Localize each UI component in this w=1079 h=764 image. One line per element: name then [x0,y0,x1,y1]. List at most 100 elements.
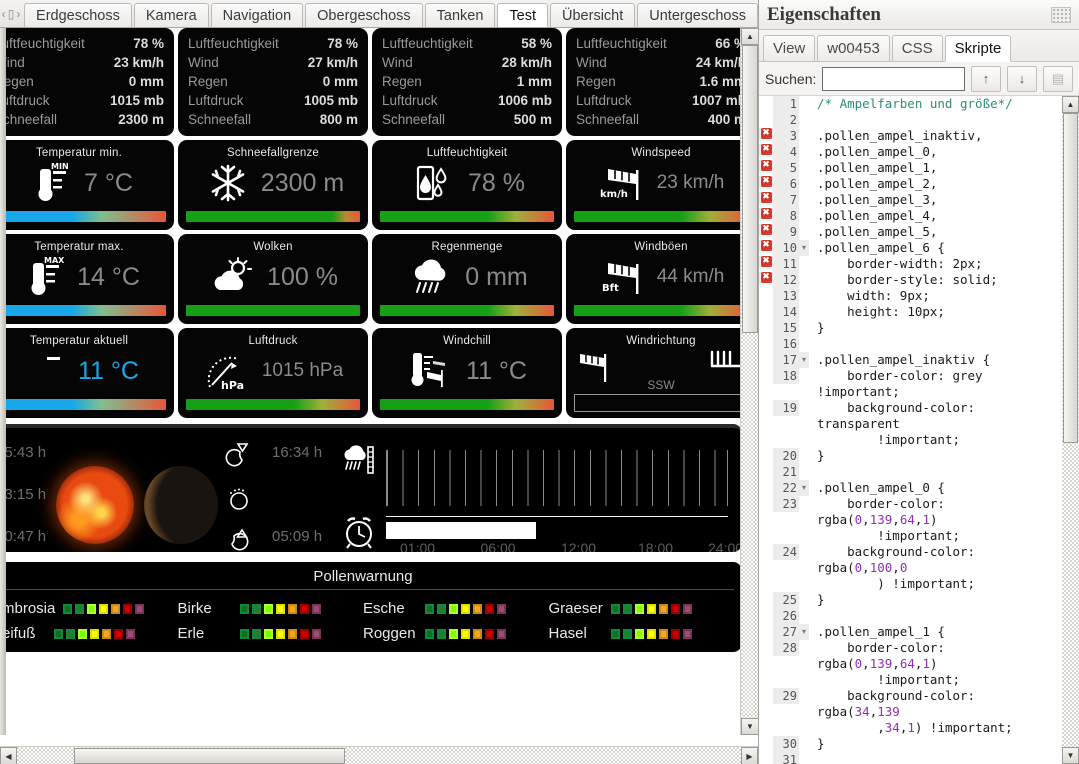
tab-erdgeschoss[interactable]: Erdgeschoss [24,3,132,27]
forward-button[interactable]: › [15,2,22,26]
code-text[interactable]: background-color: transparent !important… [809,400,1062,448]
error-marker-icon[interactable]: ✖ [759,240,773,251]
fold-toggle-icon[interactable]: ▾ [799,240,809,256]
scroll-right-arrow[interactable]: ▶ [741,747,758,764]
error-marker-icon[interactable]: ✖ [759,192,773,203]
code-text[interactable]: border-style: solid; [809,272,1062,288]
page-vertical-scrollbar[interactable]: ▲ ▼ [740,28,759,735]
tab-obergeschoss[interactable]: Obergeschoss [305,3,423,27]
tab-css[interactable]: CSS [891,35,943,62]
tab-view[interactable]: View [763,35,816,62]
hscrollbar-thumb[interactable] [74,748,345,764]
scroll-up-arrow[interactable]: ▲ [741,28,759,45]
tile-temperatur-max[interactable]: Temperatur max. MAX 14 °C [0,234,174,324]
code-text[interactable]: .pollen_ampel_3, [809,192,1062,208]
code-line[interactable]: 15} [759,320,1062,336]
code-text[interactable]: .pollen_ampel_1 { [809,624,1062,640]
code-line[interactable]: ✖ 7 .pollen_ampel_3, [759,192,1062,208]
code-text[interactable]: width: 9px; [809,288,1062,304]
code-line[interactable]: 13 width: 9px; [759,288,1062,304]
code-text[interactable]: .pollen_ampel_5, [809,224,1062,240]
code-line[interactable]: 27 ▾ .pollen_ampel_1 { [759,624,1062,640]
code-line[interactable]: 31 [759,752,1062,764]
code-line[interactable]: 30} [759,736,1062,752]
error-marker-icon[interactable]: ✖ [759,160,773,171]
editor-scroll-down-arrow[interactable]: ▼ [1062,747,1079,764]
code-line[interactable]: 14 height: 10px; [759,304,1062,320]
tab-navigation[interactable]: Navigation [210,3,304,27]
code-text[interactable]: border-color: grey !important; [809,368,1062,400]
fold-toggle-icon[interactable]: ▾ [799,480,809,496]
code-line[interactable]: 18 border-color: grey !important; [759,368,1062,400]
code-line[interactable]: 19 background-color: transparent !import… [759,400,1062,448]
code-line[interactable]: ✖ 12 border-style: solid; [759,272,1062,288]
code-area[interactable]: 1/* Ampelfarben und größe*/2 ✖ 3 .pollen_am… [759,96,1062,764]
code-text[interactable]: background-color: rgba(0,100,0 ) !import… [809,544,1062,592]
fold-toggle-icon[interactable]: ▾ [799,352,809,368]
code-text[interactable]: .pollen_ampel_1, [809,160,1062,176]
code-line[interactable]: ✖ 5 .pollen_ampel_1, [759,160,1062,176]
code-text[interactable]: /* Ampelfarben und größe*/ [809,96,1062,112]
code-line[interactable]: ✖ 6 .pollen_ampel_2, [759,176,1062,192]
tile-windspeed[interactable]: Windspeed km/h 23 km/h [566,140,740,230]
error-marker-icon[interactable]: ✖ [759,176,773,187]
code-text[interactable]: .pollen_ampel_0 { [809,480,1062,496]
code-line[interactable]: 16 [759,336,1062,352]
fold-toggle-icon[interactable]: ▾ [799,624,809,640]
code-text[interactable]: .pollen_ampel_6 { [809,240,1062,256]
error-marker-icon[interactable]: ✖ [759,208,773,219]
editor-scrollbar-thumb[interactable] [1063,113,1078,443]
code-line[interactable]: 21 [759,464,1062,480]
code-line[interactable]: ✖ 4 .pollen_ampel_0, [759,144,1062,160]
tab-untergeschoss[interactable]: Untergeschoss [637,3,758,27]
page-horizontal-scrollbar[interactable]: ◀ ▶ [0,746,758,764]
code-text[interactable]: .pollen_ampel_4, [809,208,1062,224]
stop-button[interactable]: ▯ [7,2,15,26]
scroll-left-arrow[interactable]: ◀ [0,747,17,764]
editor-vertical-scrollbar[interactable]: ▲ ▼ [1062,96,1079,764]
script-editor[interactable]: 1/* Ampelfarben und größe*/2 ✖ 3 .pollen_am… [759,96,1079,764]
code-line[interactable]: ✖ 3 .pollen_ampel_inaktiv, [759,128,1062,144]
code-line[interactable]: ✖ 8 .pollen_ampel_4, [759,208,1062,224]
code-text[interactable]: .pollen_ampel_0, [809,144,1062,160]
search-next-button[interactable]: ↓ [1007,65,1037,92]
code-line[interactable]: 25} [759,592,1062,608]
tile-wolken[interactable]: Wolken 100 % [178,234,368,324]
scroll-down-arrow[interactable]: ▼ [741,718,759,735]
code-line[interactable]: ✖ 9 .pollen_ampel_5, [759,224,1062,240]
tab-tanken[interactable]: Tanken [424,3,496,27]
tab-uebersicht[interactable]: Übersicht [550,3,636,27]
code-text[interactable]: } [809,320,1062,336]
tile-windchill[interactable]: Windchill 11 °C [372,328,562,418]
code-text[interactable]: height: 10px; [809,304,1062,320]
tile-luftfeuchtigkeit[interactable]: Luftfeuchtigkeit 78 % [372,140,562,230]
code-text[interactable]: .pollen_ampel_2, [809,176,1062,192]
error-marker-icon[interactable]: ✖ [759,128,773,139]
code-line[interactable]: ✖ 10 ▾ .pollen_ampel_6 { [759,240,1062,256]
code-line[interactable]: 17 ▾ .pollen_ampel_inaktiv { [759,352,1062,368]
tab-w00453[interactable]: w00453 [817,35,890,62]
code-line[interactable]: 23 border-color: rgba(0,139,64,1) !impor… [759,496,1062,544]
code-line[interactable]: 28 border-color: rgba(0,139,64,1) !impor… [759,640,1062,688]
tab-test[interactable]: Test [497,3,549,27]
panel-resize-grip[interactable] [1051,6,1071,23]
code-text[interactable]: border-color: rgba(0,139,64,1) !importan… [809,496,1062,544]
code-line[interactable]: 29 background-color: rgba(34,139 ,34,1) … [759,688,1062,736]
error-marker-icon[interactable]: ✖ [759,144,773,155]
error-marker-icon[interactable]: ✖ [759,224,773,235]
code-line[interactable]: 1 /* Ampelfarben und größe*/ [759,96,1062,112]
tile-temperatur-min[interactable]: Temperatur min. MIN 7 °C [0,140,174,230]
code-text[interactable]: } [809,448,1062,464]
tile-luftdruck[interactable]: Luftdruck hPa 1015 hPa [178,328,368,418]
code-line[interactable]: 20} [759,448,1062,464]
error-marker-icon[interactable]: ✖ [759,272,773,283]
tile-schneefallgrenze[interactable]: Schneefallgrenze 2300 m [178,140,368,230]
code-text[interactable]: } [809,592,1062,608]
back-button[interactable]: ‹ [0,2,7,26]
code-text[interactable]: border-width: 2px; [809,256,1062,272]
tile-temperatur-aktuell[interactable]: Temperatur aktuell 11 °C [0,328,174,418]
editor-scroll-up-arrow[interactable]: ▲ [1062,96,1079,113]
tab-skripte[interactable]: Skripte [944,35,1012,62]
code-line[interactable]: 26 [759,608,1062,624]
tile-windrichtung[interactable]: Windrichtung SSW [566,328,740,418]
